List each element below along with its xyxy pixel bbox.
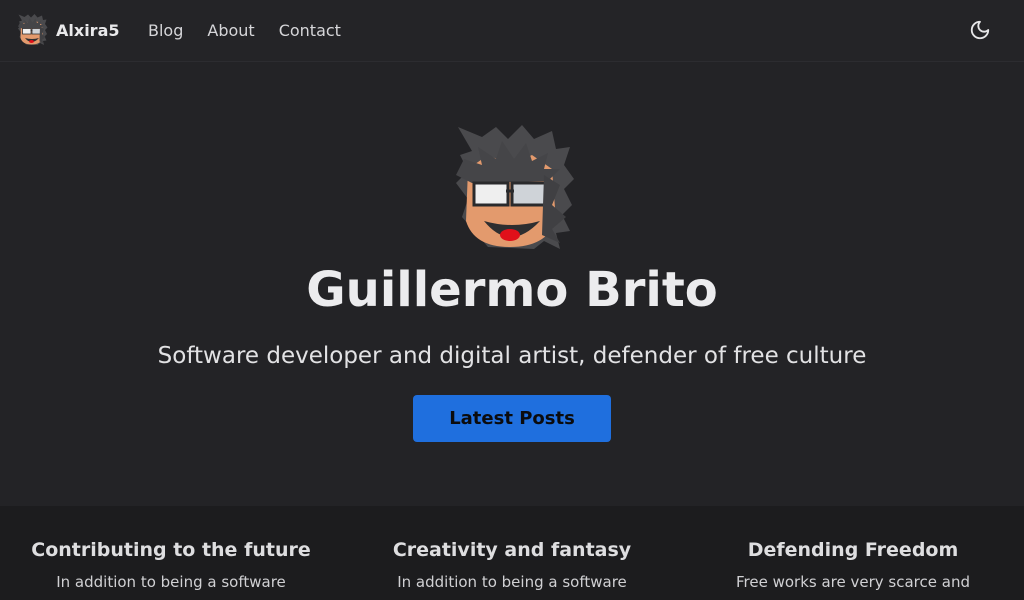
- feature-text: Free works are very scarce and: [736, 573, 970, 591]
- nav-link-about[interactable]: About: [195, 21, 266, 40]
- hero-subtitle: Software developer and digital artist, d…: [157, 343, 867, 369]
- brand-name: Alxira5: [56, 20, 120, 40]
- feature-title: Creativity and fantasy: [392, 539, 632, 561]
- feature-card: Creativity and fantasy In addition to be…: [362, 506, 662, 593]
- feature-title: Contributing to the future: [31, 539, 311, 561]
- feature-text: In addition to being a software: [56, 573, 286, 591]
- feature-title: Defending Freedom: [747, 539, 959, 561]
- hero-avatar-icon: [456, 125, 574, 249]
- nav-link-blog[interactable]: Blog: [136, 21, 195, 40]
- theme-toggle-button[interactable]: [966, 16, 994, 44]
- nav-links: Blog About Contact: [136, 18, 353, 42]
- hero-title: Guillermo Brito: [306, 262, 718, 318]
- navbar: Alxira5 Blog About Contact: [0, 0, 1024, 62]
- latest-posts-button[interactable]: Latest Posts: [413, 395, 611, 442]
- feature-card: Defending Freedom Free works are very sc…: [703, 506, 1003, 593]
- avatar-icon: [18, 14, 48, 45]
- feature-card: Contributing to the future In addition t…: [21, 506, 321, 593]
- brand-link[interactable]: Alxira5: [16, 14, 120, 46]
- moon-icon: [970, 20, 990, 40]
- feature-text: In addition to being a software: [397, 573, 627, 591]
- nav-link-contact[interactable]: Contact: [267, 21, 353, 40]
- features-section: Contributing to the future In addition t…: [0, 506, 1024, 600]
